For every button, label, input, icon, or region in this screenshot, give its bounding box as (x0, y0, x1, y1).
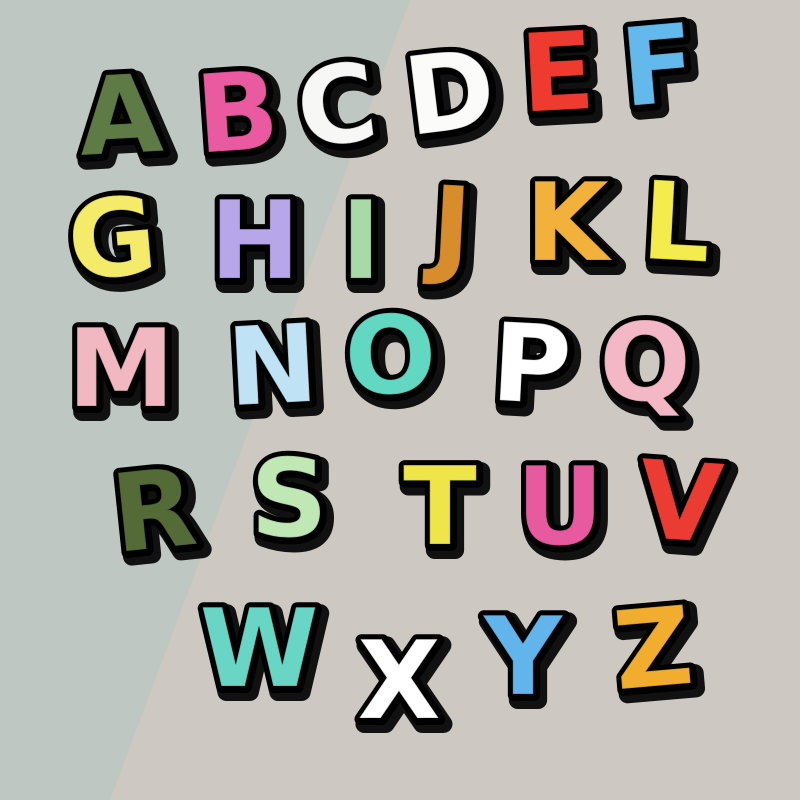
letter-patch-svg-k: KKK (520, 156, 626, 301)
letter-patch-svg-y: YYY (477, 590, 578, 735)
letter-patch-svg-x: XXX (352, 614, 454, 759)
letter-patch-k: KKK (514, 156, 626, 301)
letter-patch-svg-q: QQQ (594, 296, 705, 441)
letter-patch-svg-p: PPP (484, 296, 588, 445)
letter-patch-v: VVV (623, 433, 741, 584)
letter-patch-svg-e: EEE (512, 4, 611, 152)
letter-fill-p: P (489, 301, 575, 430)
letter-patch-svg-f: FFF (611, 0, 715, 147)
letter-patch-d: DDD (391, 21, 517, 175)
letter-patch-svg-v: VVV (629, 433, 740, 584)
letter-patch-o: OOO (335, 287, 453, 436)
letter-patch-svg-w: WWW (194, 582, 332, 727)
letter-fill-f: F (616, 1, 700, 132)
letter-patch-svg-o: OOO (336, 287, 453, 436)
letter-fill-z: Z (609, 584, 698, 715)
letter-fill-v: V (635, 438, 728, 569)
letter-fill-o: O (341, 292, 439, 422)
letter-fill-l: L (639, 159, 714, 287)
letter-patch-svg-a: AAA (71, 47, 181, 196)
letter-patch-svg-j: JJJ (416, 158, 488, 306)
letter-patch-j: JJJ (395, 158, 511, 306)
letter-patch-y: YYY (470, 590, 580, 735)
letter-patch-f: FFF (601, 0, 721, 147)
letter-patch-t: TTT (387, 440, 497, 585)
letter-patch-l: LLL (620, 154, 736, 303)
letter-patch-z: ZZZ (596, 579, 716, 730)
letter-fill-j: J (421, 163, 475, 290)
letter-fill-u: U (516, 445, 604, 570)
letter-patch-svg-z: ZZZ (604, 579, 712, 730)
letter-fill-d: D (398, 26, 502, 161)
letter-fill-r: R (106, 445, 202, 578)
letter-patch-g: GGG (55, 168, 177, 320)
letter-fill-w: W (199, 587, 318, 712)
letter-patch-svg-d: DDD (393, 21, 517, 175)
letter-fill-s: S (250, 437, 328, 562)
letter-fill-c: C (290, 40, 384, 174)
letter-patch-svg-s: SSS (245, 432, 342, 577)
letter-patch-x: XXX (346, 614, 456, 759)
letter-patch-svg-c: CCC (285, 35, 398, 188)
letter-patch-a: AAA (65, 47, 181, 196)
letter-patch-svg-r: RRR (101, 440, 216, 593)
letter-patch-w: WWW (194, 582, 332, 727)
letter-patch-svg-g: GGG (58, 168, 177, 320)
letter-fill-i: I (341, 179, 381, 304)
letter-patch-svg-m: MMM (62, 302, 188, 447)
letter-patch-r: RRR (96, 440, 218, 593)
letter-patch-p: PPP (475, 296, 591, 445)
letter-patch-n: NNN (217, 297, 335, 446)
letter-patch-m: MMM (62, 302, 188, 447)
letter-fill-h: H (210, 179, 300, 304)
letter-fill-b: B (192, 48, 283, 178)
letter-fill-g: G (63, 173, 162, 305)
letter-fill-n: N (224, 302, 321, 432)
alphabet-patch-scene: AAABBBCCCDDDEEEFFFGGGHHHIIIJJJKKKLLLMMMN… (0, 0, 800, 800)
letter-fill-y: Y (482, 595, 564, 720)
letter-patch-h: HHH (202, 174, 314, 319)
letter-patch-svg-t: TTT (398, 440, 491, 585)
letter-patch-svg-h: HHH (205, 174, 314, 319)
letter-fill-m: M (67, 307, 174, 432)
letter-fill-a: A (76, 52, 166, 181)
letter-patch-q: QQQ (592, 296, 705, 441)
letter-patch-u: UUU (507, 440, 618, 585)
letter-patch-c: CCC (278, 35, 402, 188)
letter-patch-svg-l: LLL (634, 154, 728, 303)
letter-fill-k: K (525, 161, 612, 286)
letter-fill-q: Q (599, 301, 691, 426)
letter-patch-s: SSS (236, 432, 346, 577)
letter-fill-x: X (357, 619, 440, 744)
letter-patch-svg-u: UUU (511, 440, 618, 585)
letter-patch-e: EEE (502, 4, 618, 152)
letter-fill-e: E (517, 9, 597, 138)
letter-fill-t: T (403, 445, 477, 570)
letter-patch-svg-n: NNN (219, 297, 335, 446)
